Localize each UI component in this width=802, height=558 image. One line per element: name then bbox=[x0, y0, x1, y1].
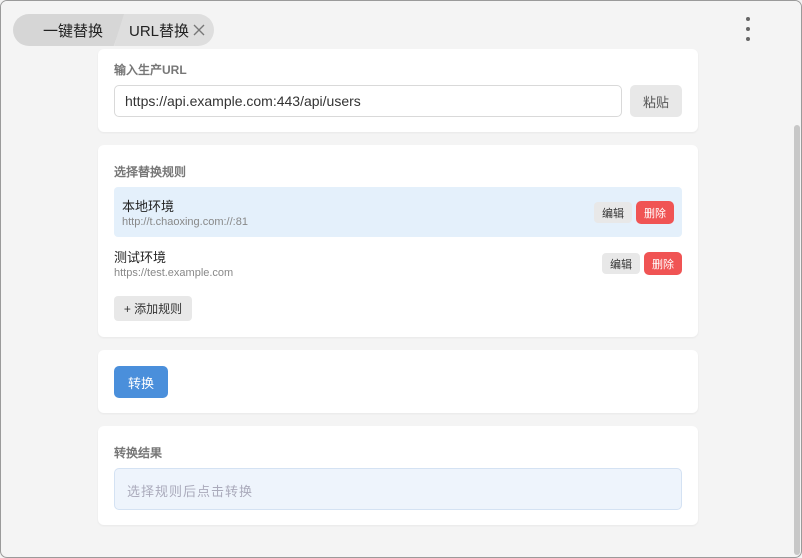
url-input[interactable] bbox=[114, 85, 622, 117]
input-url-title: 输入生产URL bbox=[114, 63, 187, 77]
edit-rule-button[interactable]: 编辑 bbox=[594, 202, 632, 223]
rule-item-test[interactable]: 测试环境 https://test.example.com 编辑 删除 bbox=[114, 238, 682, 288]
convert-button[interactable]: 转换 bbox=[114, 366, 168, 398]
tab-url-replace[interactable]: URL替换 bbox=[114, 14, 214, 46]
rule-name: 测试环境 bbox=[114, 250, 167, 265]
tab-label: URL替换 bbox=[129, 22, 190, 40]
delete-rule-button[interactable]: 删除 bbox=[636, 201, 674, 224]
rules-title: 选择替换规则 bbox=[114, 165, 187, 179]
close-icon[interactable] bbox=[192, 23, 206, 37]
scrollbar-thumb[interactable] bbox=[794, 125, 800, 555]
rule-item-local[interactable]: 本地环境 http://t.chaoxing.com://:81 编辑 删除 bbox=[114, 187, 682, 237]
more-menu-icon[interactable] bbox=[740, 17, 756, 41]
input-url-card: 输入生产URL 粘贴 bbox=[98, 49, 698, 132]
result-output[interactable]: 选择规则后点击转换 bbox=[114, 468, 682, 510]
rule-name: 本地环境 bbox=[122, 199, 175, 214]
delete-rule-button[interactable]: 删除 bbox=[644, 252, 682, 275]
paste-button[interactable]: 粘贴 bbox=[630, 85, 682, 117]
result-card: 转换结果 选择规则后点击转换 bbox=[98, 426, 698, 525]
tab-one-click-replace[interactable]: 一键替换 bbox=[13, 14, 125, 46]
add-rule-button[interactable]: + 添加规则 bbox=[114, 296, 192, 321]
convert-card: 转换 bbox=[98, 350, 698, 413]
rule-url: https://test.example.com bbox=[114, 267, 234, 279]
app-window: 一键替换 URL替换 输入生产URL 粘贴 选择替换规则 本地环境 http:/… bbox=[0, 0, 802, 558]
rule-url: http://t.chaoxing.com://:81 bbox=[122, 216, 248, 228]
tab-label: 一键替换 bbox=[43, 22, 104, 40]
result-title: 转换结果 bbox=[114, 446, 163, 460]
edit-rule-button[interactable]: 编辑 bbox=[602, 253, 640, 274]
rules-card: 选择替换规则 本地环境 http://t.chaoxing.com://:81 … bbox=[98, 145, 698, 337]
